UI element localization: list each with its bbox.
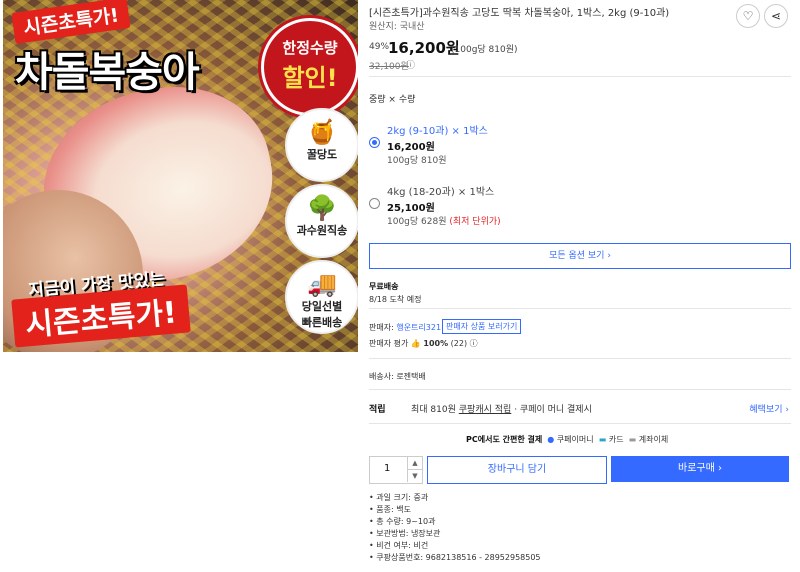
limited-badge: 한정수량 할인! (261, 18, 358, 116)
payment-methods: PC에서도 간편한 결제 ● 쿠페이머니 ▬ 카드 ▬ 계좌이체 (466, 434, 668, 445)
option-label: 중량 × 수량 (369, 95, 416, 105)
image-title: 차돌복숭아 (15, 48, 200, 96)
coupang-cash-link[interactable]: 쿠팡캐시 적립 (459, 405, 512, 415)
origin: 원산지: 국내산 (369, 22, 425, 32)
payment-method: 카드 (608, 435, 624, 444)
delivery-badge: 🚚 당일선별 빠른배송 (285, 260, 358, 334)
option-name: 4kg (18-20과) × 1박스 (387, 187, 495, 198)
bank-icon: ▬ (628, 435, 637, 444)
benefit-link[interactable]: 혜택보기 › (749, 402, 789, 415)
option-price: 25,100원 (387, 203, 435, 214)
arrival-date: 8/18 도착 예정 (369, 295, 422, 304)
divider (369, 358, 791, 359)
increase-icon[interactable]: ▲ (407, 457, 422, 470)
badge-line1: 한정수량 (282, 39, 338, 57)
buy-now-button[interactable]: 바로구매 › (611, 456, 789, 482)
option-unit-text: 100g당 628원 (387, 217, 447, 227)
cash-text: 최대 810원 쿠팡캐시 적립 · 쿠페이 머니 결제시 (411, 402, 592, 415)
option-unit: 100g당 810원 (387, 156, 447, 166)
lowest-price-note: (최저 단위가) (449, 217, 501, 227)
rating-value: 100% (423, 339, 449, 348)
seller-row: 판매자: 행운트리321 (369, 322, 441, 333)
info-icon[interactable]: ⓘ (406, 58, 415, 71)
decrease-icon[interactable]: ▼ (407, 470, 422, 482)
cash-amount: 최대 810원 (411, 405, 456, 415)
delivery-label1: 당일선별 (301, 300, 343, 313)
divider (369, 389, 791, 390)
quantity-value[interactable]: 1 (384, 463, 390, 474)
card-icon: ▬ (598, 435, 607, 444)
seller-products-link[interactable]: 판매자 상품 보러가기 (442, 319, 522, 334)
free-shipping: 무료배송 (369, 282, 399, 291)
seller-name-link[interactable]: 행운트리321 (396, 323, 441, 332)
sale-price: 16,200원 (388, 39, 460, 57)
all-options-button[interactable]: 모든 옵션 보기 › (369, 243, 791, 269)
cash-condition: · 쿠페이 머니 결제시 (514, 405, 592, 415)
info-icon[interactable]: ⓘ (470, 339, 478, 348)
product-image[interactable]: 시즌초특가! 차돌복숭아 한정수량 할인! 🍯 꿀당도 🌳 과수원직송 🚚 당일… (3, 0, 358, 352)
orchard-label: 과수원직송 (296, 224, 348, 237)
honey-label: 꿀당도 (306, 148, 338, 161)
quantity-stepper[interactable]: 1 ▲ ▼ (369, 456, 423, 484)
orchard-badge: 🌳 과수원직송 (285, 184, 358, 258)
spec-item: 비건 여부: 비건 (369, 540, 541, 552)
add-to-cart-button[interactable]: 장바구니 담기 (427, 456, 607, 484)
unit-price: (100g당 810원) (451, 45, 518, 55)
delivery-label2: 빠른배송 (301, 316, 343, 329)
orchard-icon: 🌳 (307, 194, 337, 222)
radio-unselected[interactable] (369, 198, 380, 209)
truck-icon: 🚚 (307, 270, 337, 298)
heart-icon[interactable]: ♡ (736, 4, 760, 28)
spec-item: 과일 크기: 중과 (369, 492, 541, 504)
payment-method: 쿠페이머니 (556, 435, 594, 444)
payment-method: 계좌이체 (638, 435, 669, 444)
divider (369, 76, 791, 77)
cash-label: 적립 (369, 405, 386, 415)
option-unit: 100g당 628원 (최저 단위가) (387, 214, 501, 227)
spec-list: 과일 크기: 중과 품종: 백도 총 수량: 9~10과 보관방법: 냉장보관 … (369, 492, 541, 564)
spec-item: 보관방법: 냉장보관 (369, 528, 541, 540)
option-name: 2kg (9-10과) × 1박스 (387, 126, 488, 137)
discount-rate: 49% (369, 42, 390, 52)
thumbs-up-icon: 👍 (410, 339, 421, 348)
option-price: 16,200원 (387, 142, 435, 153)
rating-label: 판매자 평가 (369, 339, 409, 348)
product-title: [시즌초특가]과수원직송 고당도 딱복 차돌복숭아, 1박스, 2kg (9-1… (369, 8, 670, 19)
spec-item: 총 수량: 9~10과 (369, 516, 541, 528)
divider (369, 423, 791, 424)
honey-icon: 🍯 (307, 118, 337, 146)
divider (369, 308, 791, 309)
seller-rating: 판매자 평가 👍 100% (22) ⓘ (369, 338, 478, 349)
coupay-icon: ● (547, 435, 555, 444)
honey-badge: 🍯 꿀당도 (285, 108, 358, 182)
spec-item: 품종: 백도 (369, 504, 541, 516)
payment-title: PC에서도 간편한 결제 (466, 435, 543, 444)
share-icon[interactable]: ⋖ (764, 4, 788, 28)
spec-item: 쿠팡상품번호: 9682138516 - 28952958505 (369, 552, 540, 564)
badge-line2: 할인! (282, 64, 338, 92)
seller-label: 판매자: (369, 323, 394, 332)
rating-count: (22) (450, 339, 468, 348)
radio-selected[interactable] (369, 137, 380, 148)
original-price: 32,100원 (369, 62, 409, 72)
courier: 배송사: 로젠택배 (369, 372, 426, 381)
